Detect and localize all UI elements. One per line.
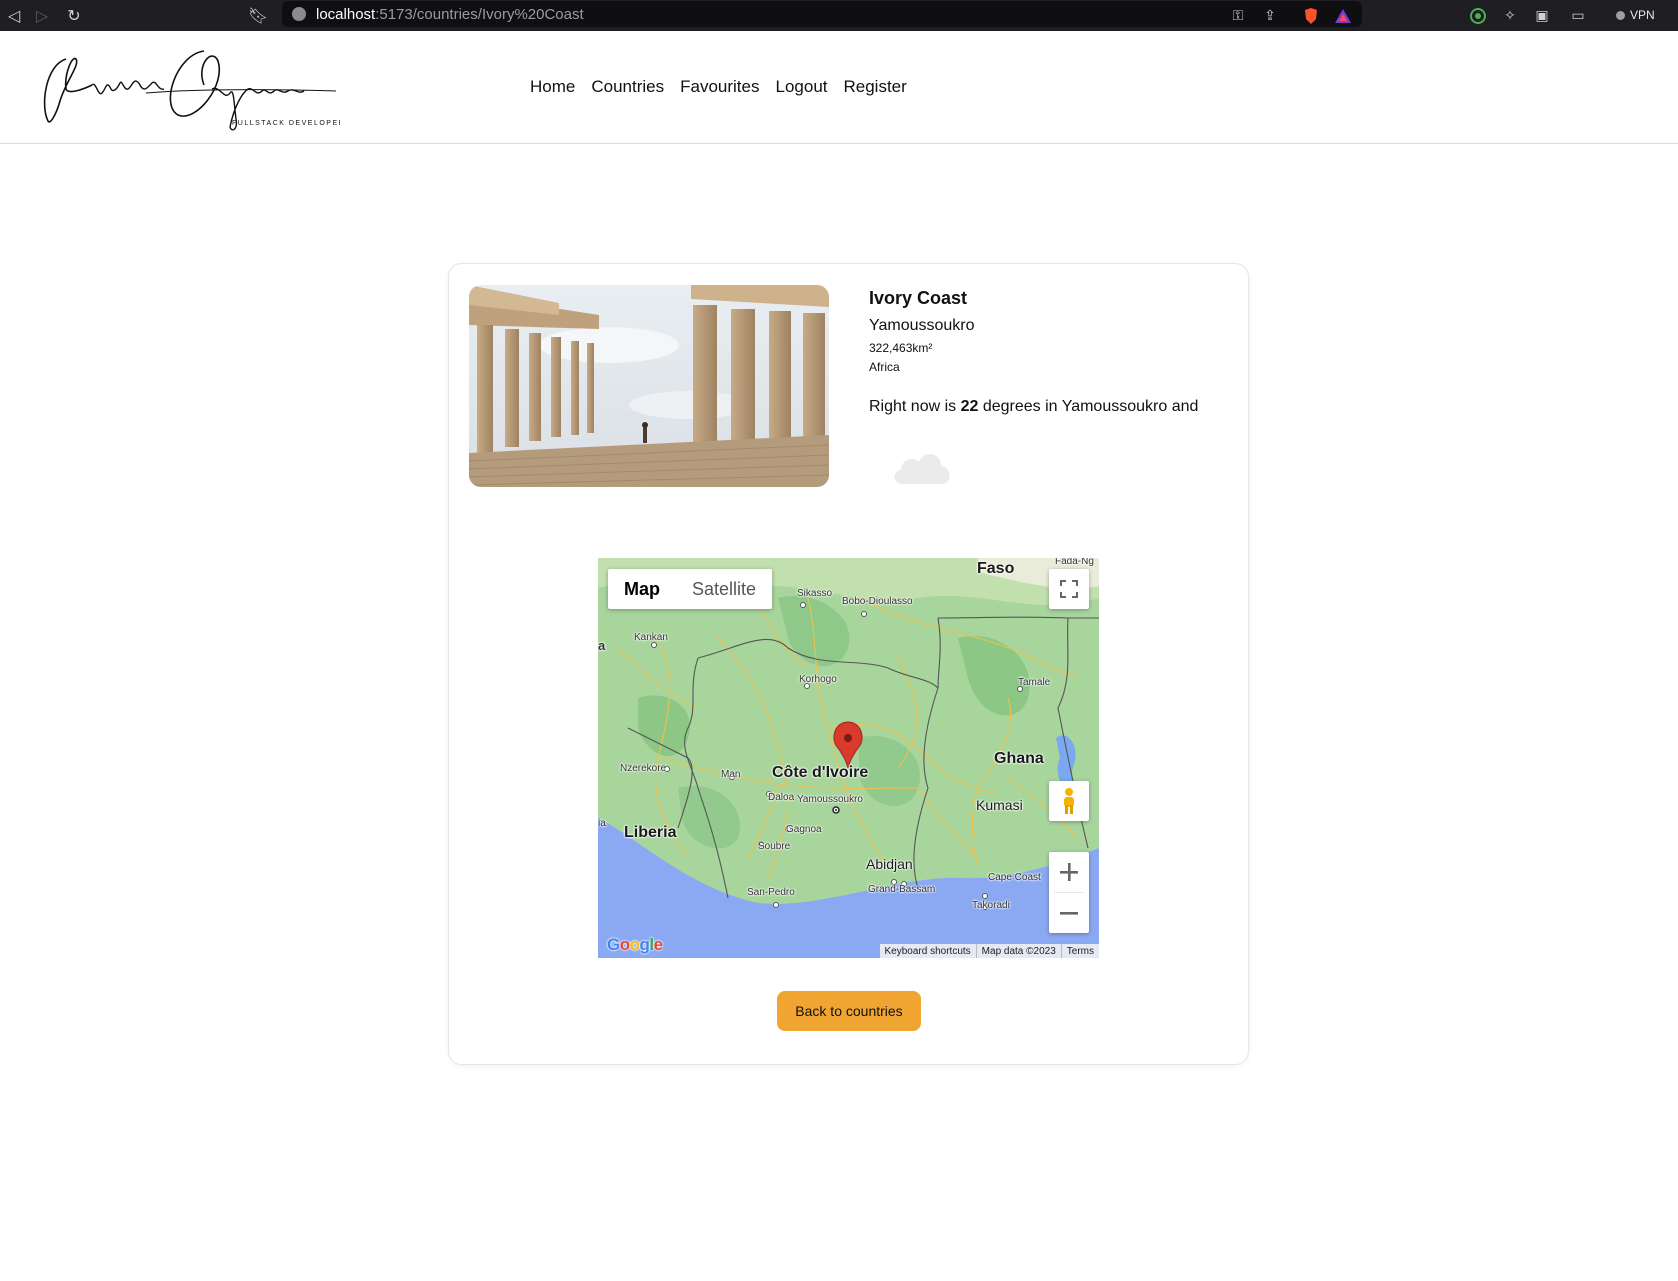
site-info-icon[interactable]: [292, 7, 306, 21]
weather-temperature: 22: [960, 398, 979, 415]
map-label-faso: Faso: [977, 560, 1015, 577]
map-label-daloa: Daloa: [768, 792, 795, 803]
map-type-toggle: Map Satellite: [608, 569, 773, 609]
weather-text: Right now is 22 degrees in Yamoussoukro …: [869, 398, 1198, 416]
google-map[interactable]: Faso Fada-Ng Sikasso Bobo-Dioulasso a Ka…: [598, 558, 1099, 958]
forward-nav-icon[interactable]: ▷: [28, 0, 56, 31]
map-type-satellite[interactable]: Satellite: [676, 569, 772, 609]
vpn-status-icon: [1616, 10, 1625, 20]
extensions-puzzle-icon[interactable]: ✧: [1500, 0, 1520, 31]
country-photo: [469, 285, 829, 487]
map-label-bobo: Bobo-Dioulasso: [842, 596, 913, 607]
map-label-yamoussoukro: Yamoussoukro: [797, 794, 863, 805]
map-label-liberia: Liberia: [624, 824, 677, 841]
key-icon[interactable]: ⚿: [1228, 0, 1248, 31]
nav-logout[interactable]: Logout: [776, 77, 828, 97]
map-type-map[interactable]: Map: [608, 569, 676, 609]
zoom-control: [1049, 852, 1089, 933]
cloud-icon: [889, 444, 955, 488]
zoom-in-icon[interactable]: [1049, 852, 1089, 892]
map-label-nzerekore: Nzerekore: [620, 763, 667, 774]
vpn-label: VPN: [1630, 8, 1655, 22]
share-icon[interactable]: ⇪: [1260, 0, 1280, 31]
signature-logo[interactable]: FULLSTACK DEVELOPER: [36, 45, 344, 137]
main-nav: Home Countries Favourites Logout Registe…: [530, 77, 907, 97]
browser-toolbar: ◁ ▷ ↻ 🔖︎ localhost:5173/countries/Ivory%…: [0, 0, 1678, 31]
map-label-takoradi: Takoradi: [972, 900, 1010, 911]
country-card: Ivory Coast Yamoussoukro 322,463km² Afri…: [448, 263, 1249, 1065]
nav-register[interactable]: Register: [844, 77, 907, 97]
map-label-grand-bassam: Grand-Bassam: [868, 884, 936, 895]
map-label-edge-a: a: [598, 638, 606, 653]
weather-prefix: Right now is: [869, 398, 961, 415]
map-label-abidjan: Abidjan: [866, 856, 913, 872]
url-path: :5173/countries/Ivory%20Coast: [375, 5, 584, 23]
map-label-tamale: Tamale: [1018, 677, 1051, 688]
country-info: Ivory Coast Yamoussoukro 322,463km² Afri…: [869, 288, 1198, 416]
map-label-man: Man: [721, 769, 741, 780]
map-label-soubre: Soubre: [758, 841, 791, 852]
map-label-sikasso: Sikasso: [797, 588, 833, 599]
map-label-cape-coast: Cape Coast: [988, 872, 1041, 883]
bookmark-icon[interactable]: 🔖︎: [244, 0, 272, 31]
pegman-icon[interactable]: [1049, 781, 1089, 821]
back-nav-icon[interactable]: ◁: [0, 0, 28, 31]
map-label-kankan: Kankan: [634, 632, 668, 643]
country-capital: Yamoussoukro: [869, 317, 975, 334]
map-terms-link[interactable]: Terms: [1060, 944, 1099, 958]
map-label-gagnoa: Gagnoa: [786, 824, 822, 835]
country-region: Africa: [869, 360, 900, 374]
address-bar[interactable]: localhost:5173/countries/Ivory%20Coast: [282, 1, 1362, 27]
back-to-countries-button[interactable]: Back to countries: [777, 991, 921, 1031]
brave-rewards-icon[interactable]: [1332, 0, 1354, 31]
svg-text:FULLSTACK DEVELOPER: FULLSTACK DEVELOPER: [232, 120, 340, 127]
map-label-ghana: Ghana: [994, 750, 1044, 767]
map-label-kumasi: Kumasi: [976, 797, 1023, 813]
vpn-button[interactable]: VPN: [1608, 5, 1663, 25]
fullscreen-icon[interactable]: [1049, 569, 1089, 609]
site-header: FULLSTACK DEVELOPER Home Countries Favou…: [0, 31, 1678, 144]
map-label-edge-ia: ia: [598, 818, 606, 829]
country-name: Ivory Coast: [869, 288, 968, 308]
reload-icon[interactable]: ↻: [60, 0, 88, 31]
map-data-attribution: Map data ©2023: [975, 944, 1061, 958]
nav-home[interactable]: Home: [530, 77, 575, 97]
map-label-cote-divoire: Côte d'Ivoire: [772, 764, 869, 781]
map-footer: Keyboard shortcuts Map data ©2023 Terms: [879, 944, 1099, 958]
map-keyboard-shortcuts[interactable]: Keyboard shortcuts: [880, 944, 976, 958]
google-logo[interactable]: Google: [607, 935, 663, 955]
weather-suffix: degrees in Yamoussoukro and: [978, 398, 1199, 415]
extension-circle-icon[interactable]: [1468, 0, 1488, 31]
wallet-icon[interactable]: ▭: [1568, 0, 1588, 31]
url-host: localhost: [316, 5, 376, 23]
map-label-fada: Fada-Ng: [1055, 558, 1094, 567]
country-area: 322,463km²: [869, 341, 933, 355]
nav-favourites[interactable]: Favourites: [680, 77, 759, 97]
sidebar-toggle-icon[interactable]: ▣: [1532, 0, 1552, 31]
nav-countries[interactable]: Countries: [591, 77, 664, 97]
map-label-san-pedro: San-Pedro: [747, 887, 795, 898]
zoom-out-icon[interactable]: [1049, 893, 1089, 933]
map-label-korhogo: Korhogo: [799, 674, 837, 685]
brave-shield-icon[interactable]: [1300, 0, 1322, 31]
